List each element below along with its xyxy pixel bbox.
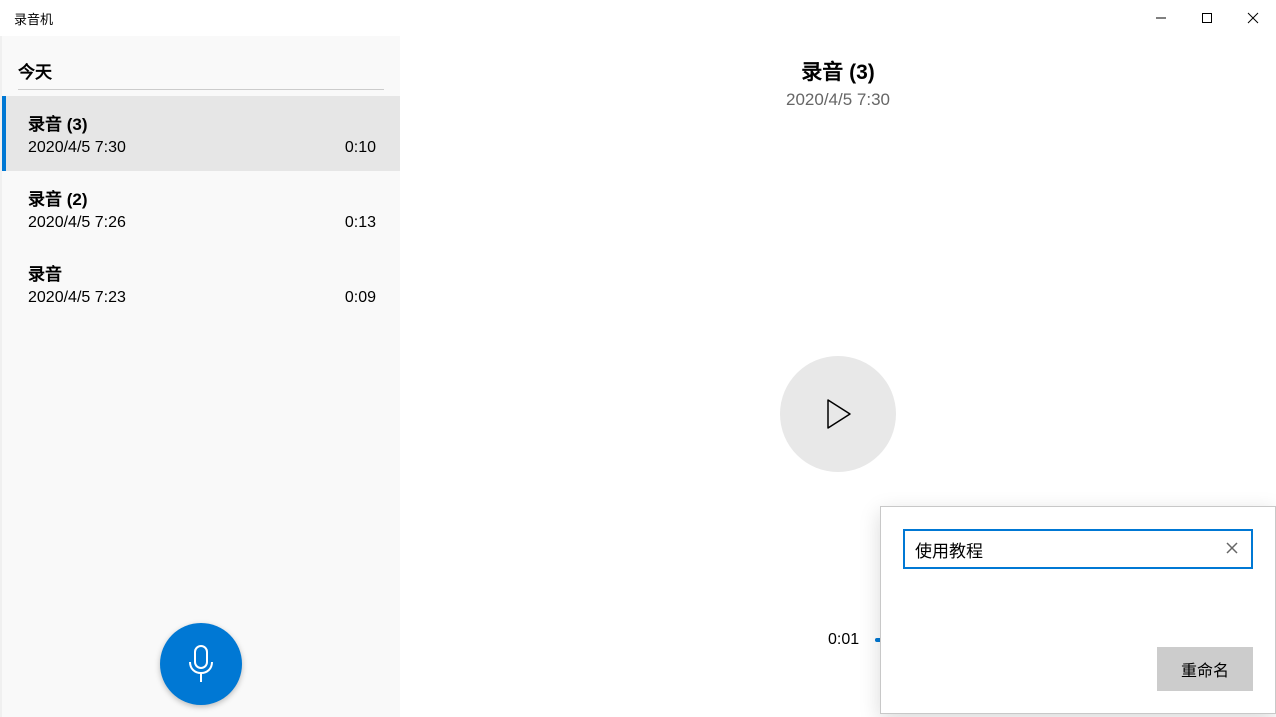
play-button[interactable] xyxy=(780,356,896,472)
clear-input-button[interactable] xyxy=(1223,539,1241,557)
recording-item[interactable]: 录音 2020/4/5 7:23 0:09 xyxy=(2,246,400,321)
recording-date: 2020/4/5 7:26 xyxy=(28,214,126,232)
play-icon xyxy=(824,398,852,430)
confirm-rename-button[interactable]: 重命名 xyxy=(1157,647,1253,691)
recording-date: 2020/4/5 7:30 xyxy=(28,139,126,157)
close-icon xyxy=(1226,542,1238,554)
recording-duration: 0:10 xyxy=(345,139,376,157)
rename-popup: 重命名 xyxy=(880,506,1276,714)
recording-title: 录音 (3) xyxy=(28,110,376,135)
recording-duration: 0:09 xyxy=(345,289,376,307)
recording-date: 2020/4/5 7:23 xyxy=(28,289,126,307)
close-button[interactable] xyxy=(1230,0,1276,36)
current-recording-date: 2020/4/5 7:30 xyxy=(400,90,1276,110)
recordings-sidebar: 今天 录音 (3) 2020/4/5 7:30 0:10 录音 (2) 2020… xyxy=(0,36,400,717)
recording-duration: 0:13 xyxy=(345,214,376,232)
section-header: 今天 xyxy=(2,36,400,89)
recording-item[interactable]: 录音 (2) 2020/4/5 7:26 0:13 xyxy=(2,171,400,246)
time-elapsed: 0:01 xyxy=(828,631,859,649)
recording-item[interactable]: 录音 (3) 2020/4/5 7:30 0:10 xyxy=(2,96,400,171)
record-button[interactable] xyxy=(160,623,242,705)
main-panel: 录音 (3) 2020/4/5 7:30 0:01 xyxy=(400,36,1276,717)
recording-title: 录音 xyxy=(28,260,376,285)
recording-title: 录音 (2) xyxy=(28,185,376,210)
current-recording-title: 录音 (3) xyxy=(400,56,1276,86)
rename-input[interactable] xyxy=(903,529,1253,569)
titlebar: 录音机 xyxy=(0,0,1276,36)
divider xyxy=(18,89,384,90)
maximize-button[interactable] xyxy=(1184,0,1230,36)
minimize-button[interactable] xyxy=(1138,0,1184,36)
window-title: 录音机 xyxy=(14,9,53,28)
microphone-icon xyxy=(186,644,216,684)
